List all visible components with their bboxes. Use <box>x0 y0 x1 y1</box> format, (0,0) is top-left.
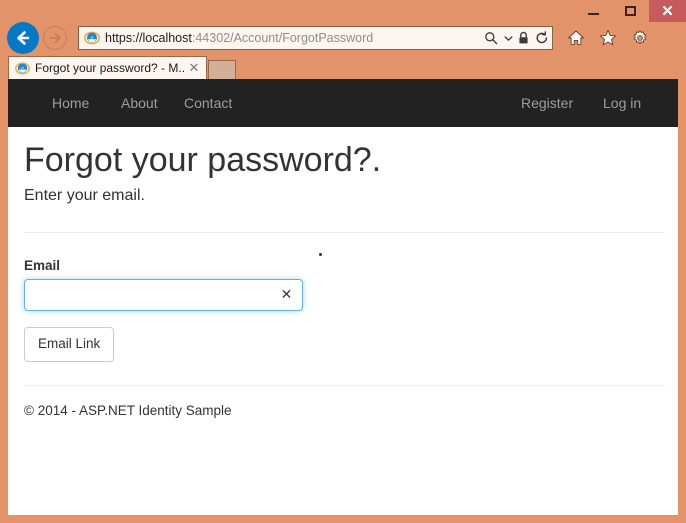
page-subtitle: Enter your email. <box>24 187 145 204</box>
star-icon[interactable] <box>594 26 622 50</box>
forward-arrow-icon <box>49 32 61 44</box>
back-button[interactable] <box>7 22 39 54</box>
browser-window: ✕ e https://localhost:44302/Account/Forg… <box>0 0 686 523</box>
nav-item-login[interactable]: Log in <box>603 79 641 127</box>
page-title: Forgot your password?. <box>24 141 382 179</box>
url-path: :44302/Account/ForgotPassword <box>191 31 374 45</box>
new-tab-button[interactable] <box>208 60 236 79</box>
minimize-icon <box>588 13 599 15</box>
maximize-button[interactable] <box>612 0 649 22</box>
internet-explorer-icon: e <box>14 60 31 77</box>
email-field-wrapper: ✕ <box>24 279 303 311</box>
nav-item-home[interactable]: Home <box>52 79 89 127</box>
footer-divider <box>24 385 665 386</box>
close-tab-button[interactable]: ✕ <box>185 59 203 77</box>
back-arrow-icon <box>17 31 30 45</box>
email-link-button[interactable]: Email Link <box>24 327 115 362</box>
site-navbar: Home About Contact Register Log in <box>8 79 678 127</box>
close-icon: ✕ <box>661 2 674 20</box>
nav-item-register[interactable]: Register <box>521 79 573 127</box>
svg-text:e: e <box>91 35 94 42</box>
lock-icon[interactable] <box>514 27 532 49</box>
stray-dot-artifact <box>319 253 322 256</box>
search-icon[interactable] <box>480 27 502 49</box>
gear-icon[interactable] <box>626 26 654 50</box>
address-bar[interactable]: e https://localhost:44302/Account/Forgot… <box>78 26 553 50</box>
browser-navigation-row: e https://localhost:44302/Account/Forgot… <box>0 22 686 54</box>
email-input[interactable] <box>24 279 303 311</box>
browser-tab[interactable]: e Forgot your password? - M... ✕ <box>8 56 207 79</box>
content-divider <box>24 232 665 233</box>
footer-text: © 2014 - ASP.NET Identity Sample <box>24 403 232 418</box>
browser-toolbar <box>558 26 682 50</box>
nav-item-about[interactable]: About <box>121 79 158 127</box>
forward-button[interactable] <box>43 26 67 50</box>
title-bar: ✕ <box>0 0 686 22</box>
refresh-icon[interactable] <box>532 27 552 49</box>
home-icon[interactable] <box>562 26 590 50</box>
clear-field-icon[interactable]: ✕ <box>278 286 295 303</box>
minimize-button[interactable] <box>575 0 612 22</box>
email-label: Email <box>24 258 61 273</box>
internet-explorer-icon: e <box>83 29 101 47</box>
url-host: https://localhost <box>105 31 192 45</box>
maximize-icon <box>625 6 636 16</box>
svg-text:e: e <box>21 66 24 72</box>
url-text: https://localhost:44302/Account/ForgotPa… <box>105 31 480 45</box>
page-viewport: Home About Contact Register Log in Forgo… <box>8 79 678 515</box>
nav-item-contact[interactable]: Contact <box>184 79 232 127</box>
tab-strip: e Forgot your password? - M... ✕ <box>0 54 686 79</box>
tab-title: Forgot your password? - M... <box>35 61 185 75</box>
chevron-down-icon[interactable] <box>502 27 514 49</box>
close-window-button[interactable]: ✕ <box>649 0 686 22</box>
